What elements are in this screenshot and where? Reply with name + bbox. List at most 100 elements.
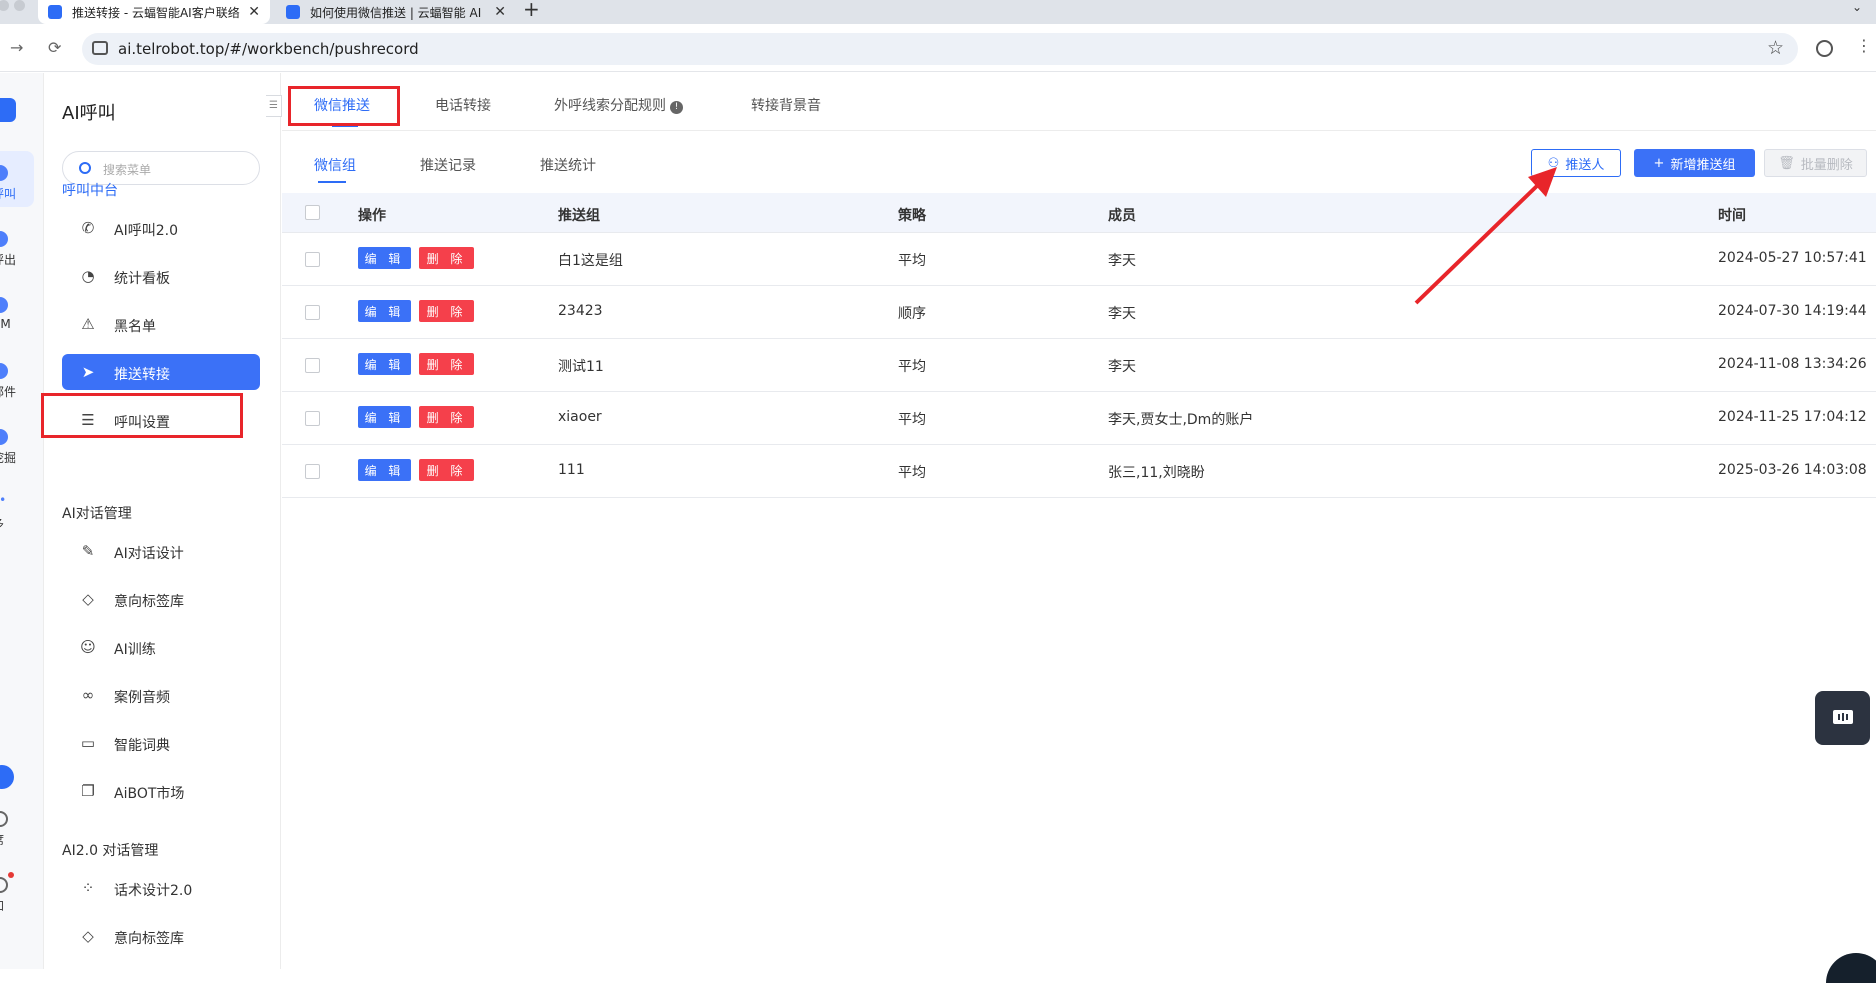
assistant-icon[interactable] bbox=[0, 765, 14, 789]
tab-phone-transfer[interactable]: 电话转接 bbox=[435, 95, 491, 115]
group-cell: 测试11 bbox=[558, 359, 604, 375]
row-checkbox[interactable] bbox=[305, 464, 320, 479]
time-cell: 2024-07-30 14:19:44 bbox=[1718, 303, 1867, 319]
edit-button[interactable]: 编 辑 bbox=[358, 459, 411, 481]
batch-delete-button[interactable]: 🗑 批量删除 bbox=[1764, 149, 1867, 177]
browser-tab-strip: 推送转接 - 云蝠智能AI客户联络 ✕ 如何使用微信推送 | 云蝠智能 AI ✕… bbox=[0, 0, 1876, 24]
group-ai2-dialog[interactable]: AI2.0 对话管理 bbox=[62, 840, 158, 860]
new-tab-icon[interactable]: + bbox=[523, 0, 540, 21]
group-cell: 23423 bbox=[558, 303, 603, 319]
sidebar-item-intent-tags-2[interactable]: ◇ 意向标签库 bbox=[62, 918, 260, 954]
active-subtab-indicator bbox=[318, 181, 346, 183]
tab-transfer-music[interactable]: 转接背景音 bbox=[751, 95, 821, 115]
members-cell: 李天,贾女士,Dm的账户 bbox=[1108, 412, 1254, 428]
edit-button[interactable]: 编 辑 bbox=[358, 353, 411, 375]
url-field[interactable]: ai.telrobot.top/#/workbench/pushrecord ☆ bbox=[82, 33, 1798, 65]
app-rail: 呼叫 呼出 RM 邮件 挖掘 ••多 席 知 bbox=[0, 73, 44, 969]
sidebar-item-ai-call[interactable]: ✆ AI呼叫2.0 bbox=[62, 210, 260, 246]
table-row: 编 辑删 除 111 平均 张三,11,刘晓盼 2025-03-26 14:03:08 bbox=[282, 445, 1876, 498]
search-icon bbox=[79, 162, 91, 174]
delete-button[interactable]: 删 除 bbox=[419, 300, 474, 322]
delete-button[interactable]: 删 除 bbox=[419, 353, 474, 375]
delete-button[interactable]: 删 除 bbox=[419, 406, 474, 428]
main-content: 微信推送 电话转接 外呼线索分配规则! 转接背景音 微信组 推送记录 推送统计 … bbox=[282, 73, 1876, 969]
close-icon[interactable]: ✕ bbox=[248, 4, 260, 20]
delete-button[interactable]: 删 除 bbox=[419, 247, 474, 269]
sidebar-item-intent-tags[interactable]: ◇ 意向标签库 bbox=[62, 581, 260, 617]
group-cell: xiaoer bbox=[558, 409, 602, 425]
pen-icon: ✎ bbox=[81, 542, 95, 560]
plus-icon: + bbox=[1653, 155, 1665, 171]
book-icon: ▭ bbox=[80, 734, 96, 752]
site-favicon-icon bbox=[286, 5, 300, 19]
sidebar-item-blacklist[interactable]: ⚠ 黑名单 bbox=[62, 306, 260, 342]
row-checkbox[interactable] bbox=[305, 358, 320, 373]
profile-icon[interactable] bbox=[1816, 40, 1833, 57]
sidebar-item-stats[interactable]: ◔ 统计看板 bbox=[62, 258, 260, 294]
tag-icon: ◇ bbox=[82, 590, 94, 608]
select-all-checkbox[interactable] bbox=[305, 205, 320, 220]
row-checkbox[interactable] bbox=[305, 411, 320, 426]
annotation-arrow-icon bbox=[1414, 167, 1557, 305]
time-cell: 2024-11-08 13:34:26 bbox=[1718, 356, 1867, 372]
edit-button[interactable]: 编 辑 bbox=[358, 300, 411, 322]
browser-tab[interactable]: 如何使用微信推送 | 云蝠智能 AI ✕ bbox=[276, 0, 516, 24]
site-settings-icon[interactable] bbox=[92, 41, 108, 55]
reload-icon[interactable]: ⟳ bbox=[48, 38, 61, 57]
url-text: ai.telrobot.top/#/workbench/pushrecord bbox=[118, 40, 419, 58]
members-cell: 李天 bbox=[1108, 253, 1136, 269]
app-logo-icon bbox=[0, 98, 16, 122]
collapse-sidebar-icon[interactable]: ☰ bbox=[266, 95, 282, 117]
bell-icon bbox=[0, 877, 8, 893]
sidebar-item-ai-training[interactable]: ☺ AI训练 bbox=[62, 629, 260, 665]
column-header: 时间 bbox=[1718, 208, 1746, 224]
window-control[interactable] bbox=[0, 0, 9, 11]
pie-chart-icon: ◔ bbox=[81, 267, 95, 285]
edit-button[interactable]: 编 辑 bbox=[358, 406, 411, 428]
browser-menu-icon[interactable]: ⋮ bbox=[1856, 36, 1872, 55]
members-cell: 李天 bbox=[1108, 306, 1136, 322]
info-icon[interactable]: ! bbox=[670, 101, 683, 114]
sidebar-item-aibot-market[interactable]: ❐ AiBOT市场 bbox=[62, 773, 260, 809]
table-row: 编 辑删 除 23423 顺序 李天 2024-07-30 14:19:44 bbox=[282, 286, 1876, 339]
sidebar-item-dictionary[interactable]: ▭ 智能词典 bbox=[62, 725, 260, 761]
subtab-push-records[interactable]: 推送记录 bbox=[420, 155, 476, 175]
chevron-down-icon[interactable]: ⌄ bbox=[1852, 0, 1862, 14]
voicemail-icon: ∞ bbox=[81, 686, 95, 704]
window-control[interactable] bbox=[14, 0, 25, 11]
edit-button[interactable]: 编 辑 bbox=[358, 247, 411, 269]
delete-button[interactable]: 删 除 bbox=[419, 459, 474, 481]
sidebar-item-script-design[interactable]: ⁘ 话术设计2.0 bbox=[62, 870, 260, 906]
chat-support-button[interactable] bbox=[1815, 691, 1870, 745]
send-icon: ➤ bbox=[81, 363, 95, 381]
phone-icon: ✆ bbox=[81, 219, 95, 237]
sidebar-item-push-transfer[interactable]: ➤ 推送转接 bbox=[62, 354, 260, 390]
time-cell: 2024-05-27 10:57:41 bbox=[1718, 250, 1867, 266]
group-ai-dialog[interactable]: AI对话管理 bbox=[62, 503, 132, 523]
browser-tab-active[interactable]: 推送转接 - 云蝠智能AI客户联络 ✕ bbox=[38, 0, 270, 24]
site-favicon-icon bbox=[48, 5, 62, 19]
subtab-wechat-group[interactable]: 微信组 bbox=[314, 155, 356, 175]
bookmark-star-icon[interactable]: ☆ bbox=[1767, 37, 1784, 59]
close-icon[interactable]: ✕ bbox=[494, 4, 506, 20]
sidebar-item-ai-design[interactable]: ✎ AI对话设计 bbox=[62, 533, 260, 569]
forward-icon[interactable]: → bbox=[10, 38, 23, 57]
tab-title: 如何使用微信推送 | 云蝠智能 AI bbox=[310, 5, 482, 20]
column-header: 操作 bbox=[358, 208, 386, 224]
subtab-push-stats[interactable]: 推送统计 bbox=[540, 155, 596, 175]
annotation-highlight-box bbox=[288, 86, 400, 126]
grid-icon: ⁘ bbox=[81, 879, 95, 897]
row-checkbox[interactable] bbox=[305, 305, 320, 320]
sidebar-item-case-audio[interactable]: ∞ 案例音频 bbox=[62, 677, 260, 713]
mail-icon bbox=[0, 363, 8, 379]
crm-icon bbox=[0, 297, 8, 313]
tab-lead-assignment[interactable]: 外呼线索分配规则! bbox=[554, 95, 683, 115]
headset-icon bbox=[0, 811, 8, 827]
group-call-center[interactable]: 呼叫中台 bbox=[62, 180, 118, 200]
table-row: 编 辑删 除 白1这是组 平均 李天 2024-05-27 10:57:41 bbox=[282, 233, 1876, 286]
add-push-group-button[interactable]: + 新增推送组 bbox=[1634, 149, 1755, 177]
strategy-cell: 平均 bbox=[898, 359, 926, 375]
notification-dot bbox=[8, 872, 14, 878]
search-placeholder: 搜索菜单 bbox=[103, 163, 152, 177]
row-checkbox[interactable] bbox=[305, 252, 320, 267]
